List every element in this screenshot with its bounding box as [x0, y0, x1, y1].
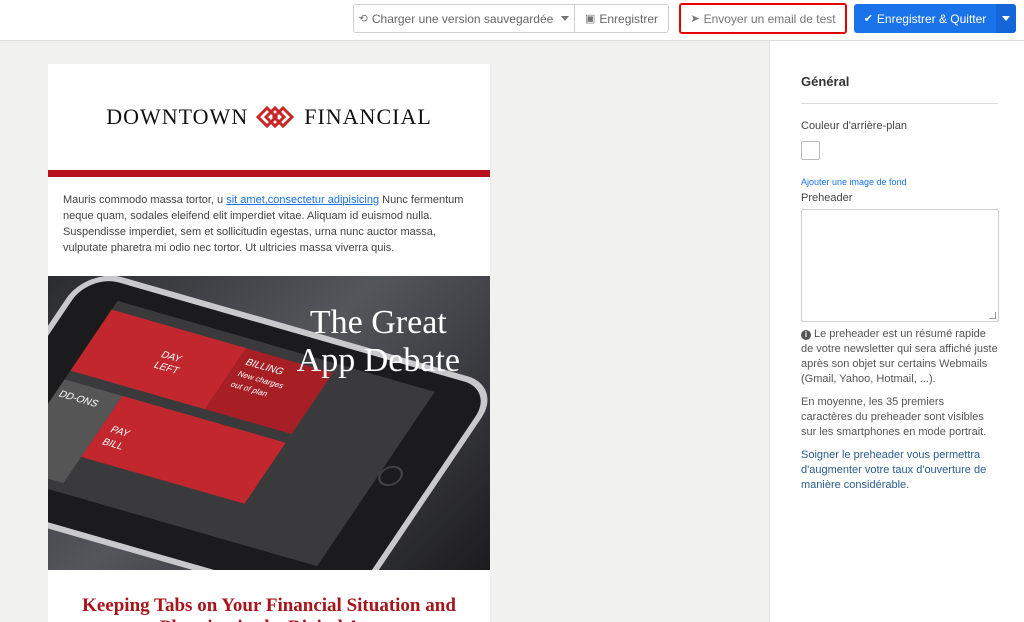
load-saved-version-label: Charger une version sauvegardée: [371, 11, 554, 26]
load-saved-version-button[interactable]: ⟲ Charger une version sauvegardée: [353, 4, 575, 33]
preheader-help-text: i Le preheader est un résumé rapide de vo…: [801, 327, 998, 387]
tile-addons-label: DD-ONS: [56, 389, 101, 410]
check-icon: ✔: [863, 13, 873, 25]
preheader-help-text-2: En moyenne, les 35 premiers caractères d…: [801, 396, 987, 438]
hero-image[interactable]: DAY LEFT BILLING New charges out of plan…: [48, 276, 490, 570]
preheader-help-1: Le preheader est un résumé rapide de vot…: [801, 328, 998, 385]
logo-diamond-icon: [256, 105, 295, 129]
logo-text-right: FINANCIAL: [304, 104, 432, 129]
save-and-quit-button[interactable]: ✔ Enregistrer & Quitter: [854, 4, 996, 33]
hero-title: The Great App Debate: [297, 304, 460, 380]
panel-title: Général: [801, 74, 998, 104]
hero-title-line2: App Debate: [296, 342, 460, 379]
preheader-textarea[interactable]: [801, 209, 999, 322]
chevron-down-icon: [561, 16, 570, 21]
save-options-dropdown-button[interactable]: [996, 4, 1016, 33]
intro-link[interactable]: sit amet,consectetur adipisicing: [226, 194, 379, 206]
background-color-label: Couleur d'arrière-plan: [801, 120, 908, 132]
tile-bill: BILL: [99, 436, 126, 453]
settings-panel: Général Couleur d'arrière-plan Ajouter u…: [769, 41, 1024, 622]
paper-plane-icon: ➤: [690, 13, 700, 25]
tile-pay: PAY: [107, 424, 133, 440]
email-canvas: DOWNTOWN FINANCIAL Mauris commodo massa …: [48, 64, 490, 622]
background-color-swatch[interactable]: [801, 141, 820, 160]
brand-divider: [48, 170, 490, 177]
intro-paragraph[interactable]: Mauris commodo massa tortor, u sit amet,…: [48, 177, 490, 276]
logo-block[interactable]: DOWNTOWN FINANCIAL: [48, 64, 490, 170]
resize-grip-icon[interactable]: [989, 312, 996, 319]
preheader-help-text-3: Soigner le preheader vous permettra d'au…: [801, 449, 987, 491]
preheader-label: Preheader: [801, 192, 853, 204]
save-and-quit-label: Enregistrer & Quitter: [876, 11, 987, 26]
chevron-down-icon: [1002, 16, 1010, 21]
hero-title-line1: The Great: [309, 304, 447, 341]
logo-text-left: DOWNTOWN: [106, 104, 249, 129]
history-icon: ⟲: [358, 13, 368, 25]
floppy-disk-icon: ▣: [584, 13, 596, 25]
save-label: Enregistrer: [599, 11, 659, 26]
toolbar: ⟲ Charger une version sauvegardée ▣ Enre…: [0, 0, 1024, 41]
info-icon: i: [801, 330, 811, 340]
article-heading[interactable]: Keeping Tabs on Your Financial Situation…: [48, 570, 490, 622]
send-test-email-label: Envoyer un email de test: [703, 11, 836, 26]
save-button[interactable]: ▣ Enregistrer: [574, 4, 669, 33]
add-background-image-link[interactable]: Ajouter une image de fond: [801, 177, 998, 187]
send-test-email-button[interactable]: ➤ Envoyer un email de test: [679, 3, 847, 34]
intro-text-start: Mauris commodo massa tortor, u: [63, 194, 227, 206]
